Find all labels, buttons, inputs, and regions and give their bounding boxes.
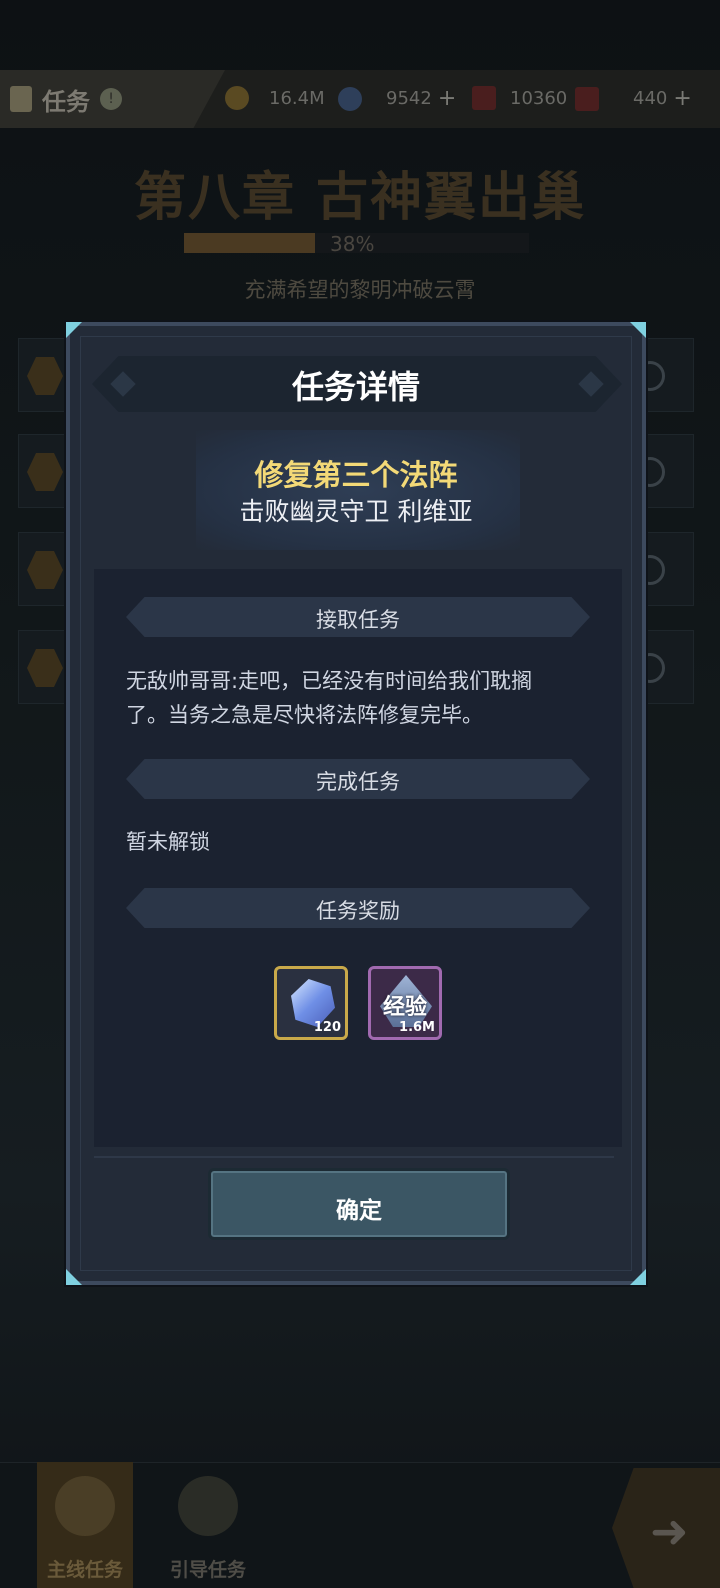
accept-dialog-text: 无敌帅哥哥:走吧，已经没有时间给我们耽搁 了。当务之急是尽快将法阵修复完毕。 bbox=[126, 664, 596, 732]
confirm-button-label: 确定 bbox=[336, 1198, 382, 1224]
confirm-button[interactable]: 确定 bbox=[208, 1168, 510, 1240]
quest-badge-icon bbox=[27, 551, 63, 589]
resource-card: 440 + bbox=[575, 86, 692, 111]
section-complete-header: 完成任务 bbox=[316, 770, 400, 794]
add-crystal-button[interactable]: + bbox=[438, 86, 456, 111]
quest-name: 修复第三个法阵 bbox=[254, 458, 458, 492]
accept-text-line1: 无敌帅哥哥:走吧，已经没有时间给我们耽搁 bbox=[126, 669, 533, 693]
section-accept-header: 接取任务 bbox=[316, 608, 400, 632]
crystal-icon bbox=[338, 86, 362, 111]
chapter-subtitle: 充满希望的黎明冲破云霄 bbox=[244, 278, 476, 302]
resource-ticket: 10360 bbox=[472, 86, 567, 110]
corner-ornament bbox=[630, 1269, 646, 1285]
chapter-progress-fill bbox=[184, 233, 316, 253]
info-icon[interactable]: ! bbox=[100, 88, 122, 110]
gold-coin-icon bbox=[225, 86, 249, 110]
quest-badge-icon bbox=[27, 453, 63, 491]
chapter-progress-label: 38% bbox=[330, 232, 375, 256]
go-button[interactable]: ➜ bbox=[612, 1468, 720, 1588]
reward-item-crystal[interactable]: 120 bbox=[274, 966, 348, 1040]
accept-text-line2: 了。当务之急是尽快将法阵修复完毕。 bbox=[126, 703, 483, 727]
reward-exp-count: 1.6M bbox=[399, 1020, 435, 1035]
quest-target: 击败幽灵守卫 利维亚 bbox=[239, 497, 473, 526]
section-reward-header: 任务奖励 bbox=[316, 899, 400, 923]
quest-badge-icon bbox=[27, 649, 63, 687]
red-card-icon bbox=[575, 86, 599, 111]
resource-ticket-value: 10360 bbox=[510, 87, 568, 109]
resource-gold: 16.4M bbox=[225, 86, 325, 110]
exp-icon-label: 经验 bbox=[382, 995, 427, 1020]
resource-gold-value: 16.4M bbox=[269, 87, 325, 109]
resource-crystal: 9542 + bbox=[338, 86, 456, 111]
resource-crystal-value: 9542 bbox=[386, 88, 432, 109]
scroll-icon bbox=[55, 1476, 115, 1536]
quest-page-title: 任务 bbox=[42, 87, 90, 116]
quest-badge-icon bbox=[27, 357, 63, 395]
corner-ornament bbox=[66, 322, 82, 338]
red-ticket-icon bbox=[472, 86, 496, 110]
corner-ornament bbox=[66, 1269, 82, 1285]
tab-main-quest-label: 主线任务 bbox=[46, 1559, 123, 1581]
add-card-button[interactable]: + bbox=[673, 86, 691, 111]
tab-guide-quest[interactable]: 引导任务 bbox=[160, 1462, 256, 1588]
top-bar: 任务 ! 16.4M 9542 + 10360 440 + bbox=[0, 70, 720, 128]
corner-ornament bbox=[630, 322, 646, 338]
arrow-right-icon: ➜ bbox=[650, 1504, 689, 1558]
dialog-title: 任务详情 bbox=[291, 368, 420, 406]
resource-card-value: 440 bbox=[633, 88, 668, 109]
tab-main-quest[interactable]: 主线任务 bbox=[37, 1462, 133, 1588]
quest-detail-dialog: 任务详情 修复第三个法阵 击败幽灵守卫 利维亚 接取任务 无敌帅哥哥:走吧，已经… bbox=[66, 322, 646, 1285]
quest-info-panel: 接取任务 无敌帅哥哥:走吧，已经没有时间给我们耽搁 了。当务之急是尽快将法阵修复… bbox=[94, 569, 622, 1147]
tab-guide-quest-label: 引导任务 bbox=[169, 1559, 246, 1581]
reward-crystal-count: 120 bbox=[313, 1020, 341, 1035]
complete-status-text: 暂未解锁 bbox=[126, 830, 210, 854]
reward-item-exp[interactable]: 经验 1.6M bbox=[368, 966, 442, 1040]
divider bbox=[94, 1156, 614, 1158]
bandage-icon bbox=[178, 1476, 238, 1536]
scroll-icon bbox=[10, 86, 32, 112]
chapter-title: 第八章 古神翼出巢 bbox=[133, 168, 587, 228]
quest-title-tab: 任务 ! bbox=[0, 70, 225, 128]
